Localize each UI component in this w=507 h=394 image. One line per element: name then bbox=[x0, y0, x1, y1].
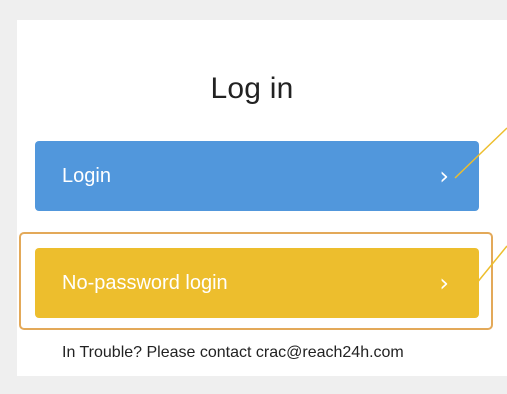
chevron-right-icon: › bbox=[439, 269, 449, 297]
login-button[interactable]: Login › bbox=[35, 141, 479, 211]
login-button-label: Login bbox=[62, 164, 111, 187]
chevron-right-icon: › bbox=[439, 162, 449, 190]
login-card: Log in Login › No-password login › In Tr… bbox=[17, 20, 507, 376]
support-contact-text: In Trouble? Please contact crac@reach24h… bbox=[62, 344, 404, 361]
page-title: Log in bbox=[210, 72, 294, 105]
no-password-login-button[interactable]: No-password login › bbox=[35, 248, 479, 318]
no-password-login-button-label: No-password login bbox=[62, 271, 228, 294]
